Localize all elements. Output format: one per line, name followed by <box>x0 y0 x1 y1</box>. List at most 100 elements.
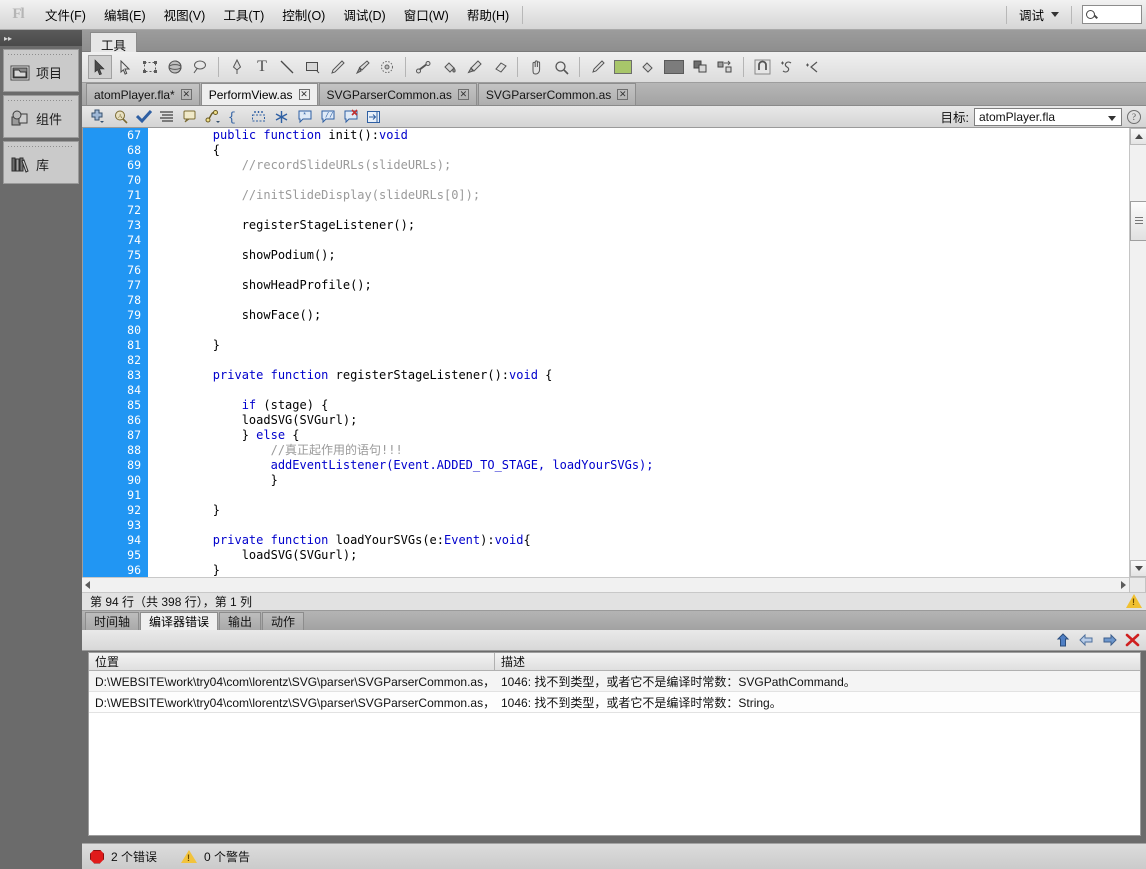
code-line[interactable] <box>155 263 1128 278</box>
close-icon[interactable]: ✕ <box>617 89 629 100</box>
code-line[interactable] <box>155 488 1128 503</box>
code-line[interactable]: //真正起作用的语句!!! <box>155 443 1128 458</box>
code-line[interactable] <box>155 203 1128 218</box>
close-icon[interactable]: ✕ <box>298 89 310 100</box>
line-tool-button[interactable] <box>275 55 299 79</box>
remove-comment-icon[interactable] <box>340 107 361 126</box>
code-line[interactable] <box>155 323 1128 338</box>
stroke-color-tool-button[interactable] <box>586 55 610 79</box>
check-syntax-icon[interactable] <box>133 107 154 126</box>
deco-tool-button[interactable] <box>375 55 399 79</box>
clear-errors-icon[interactable] <box>1122 631 1142 649</box>
scroll-left-arrow-icon[interactable] <box>85 581 90 589</box>
code-vertical-scrollbar[interactable] <box>1129 128 1146 577</box>
expand-all-icon[interactable] <box>271 107 292 126</box>
zoom-tool-button[interactable] <box>549 55 573 79</box>
target-select[interactable]: atomPlayer.fla <box>974 107 1122 126</box>
code-line[interactable] <box>155 293 1128 308</box>
sidebar-item-project[interactable]: 项目 <box>3 49 79 92</box>
eyedropper-tool-button[interactable] <box>462 55 486 79</box>
code-line[interactable]: if (stage) { <box>155 398 1128 413</box>
rectangle-tool-button[interactable] <box>300 55 324 79</box>
workspace-switcher[interactable]: 调试 <box>1011 2 1067 27</box>
smooth-option-button[interactable] <box>775 55 799 79</box>
apply-line-comment-icon[interactable]: // <box>317 107 338 126</box>
vertical-scroll-thumb[interactable] <box>1130 201 1146 241</box>
tab-output[interactable]: 输出 <box>219 612 262 630</box>
search-input[interactable] <box>1082 5 1142 24</box>
bone-tool-button[interactable] <box>412 55 436 79</box>
code-line[interactable] <box>155 233 1128 248</box>
code-line[interactable]: showHeadProfile(); <box>155 278 1128 293</box>
code-line[interactable]: } <box>155 473 1128 488</box>
table-row[interactable]: D:\WEBSITE\work\try04\com\lorentz\SVG\pa… <box>89 692 1140 713</box>
show-code-hint-icon[interactable] <box>179 107 200 126</box>
fill-color-swatch[interactable] <box>661 55 687 79</box>
scroll-right-arrow-icon[interactable] <box>1121 581 1126 589</box>
tab-timeline[interactable]: 时间轴 <box>85 612 140 630</box>
menu-file[interactable]: 文件(F) <box>36 1 95 28</box>
code-text-area[interactable]: public function init():void { //recordSl… <box>148 128 1128 577</box>
eraser-tool-button[interactable] <box>487 55 511 79</box>
code-line[interactable]: public function init():void <box>155 128 1128 143</box>
swap-colors-button[interactable] <box>713 55 737 79</box>
hand-tool-button[interactable] <box>524 55 548 79</box>
pencil-tool-button[interactable] <box>325 55 349 79</box>
collapse-selection-icon[interactable] <box>248 107 269 126</box>
code-line[interactable] <box>155 383 1128 398</box>
snap-to-objects-button[interactable] <box>750 55 774 79</box>
code-horizontal-scrollbar[interactable] <box>82 577 1129 593</box>
code-line[interactable]: //initSlideDisplay(slideURLs[0]); <box>155 188 1128 203</box>
code-line[interactable] <box>155 353 1128 368</box>
scroll-down-arrow-icon[interactable] <box>1130 560 1146 577</box>
code-line[interactable] <box>155 518 1128 533</box>
doc-tab-atomplayer[interactable]: atomPlayer.fla* ✕ <box>86 83 200 105</box>
code-line[interactable]: } else { <box>155 428 1128 443</box>
code-line[interactable]: addEventListener(Event.ADDED_TO_STAGE, l… <box>155 458 1128 473</box>
scroll-up-arrow-icon[interactable] <box>1130 128 1146 145</box>
menu-debug[interactable]: 调试(D) <box>334 1 394 28</box>
table-row[interactable]: D:\WEBSITE\work\try04\com\lorentz\SVG\pa… <box>89 671 1140 692</box>
code-line[interactable]: loadSVG(SVGurl); <box>155 548 1128 563</box>
code-line[interactable]: showFace(); <box>155 308 1128 323</box>
close-icon[interactable]: ✕ <box>180 89 192 100</box>
column-header-location[interactable]: 位置 <box>89 653 495 670</box>
code-line[interactable]: } <box>155 503 1128 518</box>
code-line[interactable]: } <box>155 338 1128 353</box>
tab-tools[interactable]: 工具 <box>90 32 138 53</box>
code-line[interactable]: } <box>155 563 1128 577</box>
help-icon[interactable]: ? <box>1127 109 1141 124</box>
3d-rotation-tool-button[interactable] <box>163 55 187 79</box>
code-line[interactable]: showPodium(); <box>155 248 1128 263</box>
add-item-icon[interactable] <box>87 107 108 126</box>
pen-tool-button[interactable] <box>225 55 249 79</box>
apply-block-comment-icon[interactable]: * <box>294 107 315 126</box>
doc-tab-svgparsercommon-1[interactable]: SVGParserCommon.as ✕ <box>318 83 477 105</box>
close-icon[interactable]: ✕ <box>457 89 469 100</box>
free-transform-tool-button[interactable] <box>138 55 162 79</box>
selection-tool-button[interactable] <box>88 55 112 79</box>
collapse-between-braces-icon[interactable]: { } <box>225 107 246 126</box>
sidebar-item-components[interactable]: 组件 <box>3 95 79 138</box>
paint-bucket-tool-button[interactable] <box>437 55 461 79</box>
code-line[interactable]: //recordSlideURLs(slideURLs); <box>155 158 1128 173</box>
doc-tab-svgparsercommon-2[interactable]: SVGParserCommon.as ✕ <box>477 83 637 105</box>
tab-actions[interactable]: 动作 <box>262 612 305 630</box>
doc-tab-performview[interactable]: PerformView.as ✕ <box>200 83 318 105</box>
code-line[interactable]: private function loadYourSVGs(e:Event):v… <box>155 533 1128 548</box>
show-hide-toolbox-icon[interactable] <box>363 107 384 126</box>
go-to-source-icon[interactable] <box>1053 631 1073 649</box>
code-line[interactable]: private function registerStageListener()… <box>155 368 1128 383</box>
text-tool-button[interactable]: T <box>250 55 274 79</box>
next-error-icon[interactable] <box>1099 631 1119 649</box>
column-header-description[interactable]: 描述 <box>495 653 1140 670</box>
menu-control[interactable]: 控制(O) <box>273 1 334 28</box>
breakpoint-gutter[interactable] <box>83 128 91 577</box>
code-line[interactable] <box>155 173 1128 188</box>
stroke-color-swatch[interactable] <box>611 55 635 79</box>
sidebar-item-library[interactable]: 库 <box>3 141 79 184</box>
tab-compiler-errors[interactable]: 编译器错误 <box>140 612 219 630</box>
dock-expand-handle[interactable]: ▸▸ <box>0 30 82 46</box>
subselection-tool-button[interactable] <box>113 55 137 79</box>
menu-tools[interactable]: 工具(T) <box>214 1 273 28</box>
